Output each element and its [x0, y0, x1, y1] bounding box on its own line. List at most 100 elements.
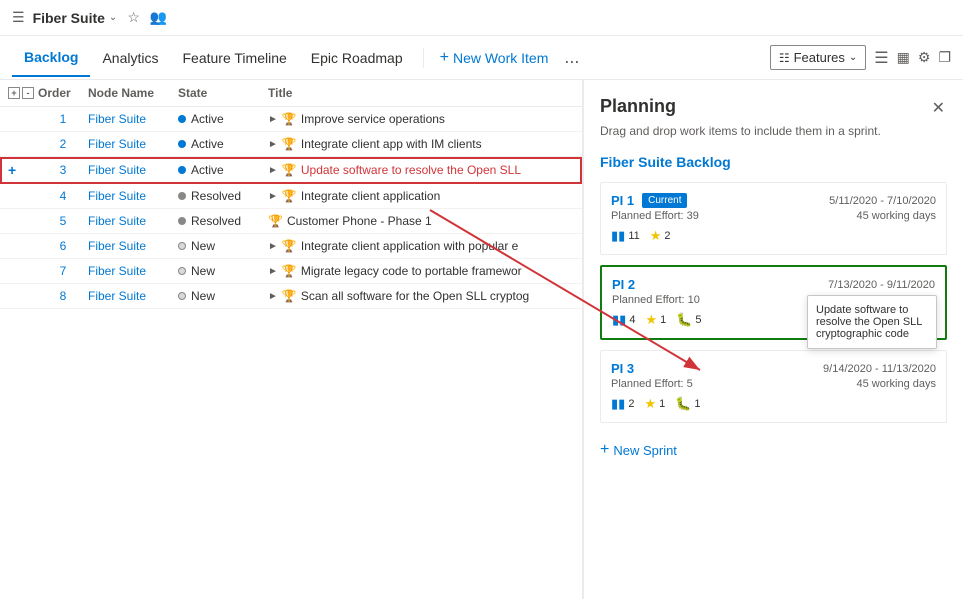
sprint-pi3-effort: Planned Effort: 5: [611, 378, 693, 390]
sprint-card-pi1[interactable]: PI 1 Current 5/11/2020 - 7/10/2020 Plann…: [600, 182, 947, 255]
sprint-pi2-name: PI 2: [612, 277, 635, 292]
panel-subtitle: Drag and drop work items to include them…: [600, 124, 947, 138]
order-header: Order: [38, 86, 88, 100]
nav-more-button[interactable]: ...: [556, 47, 587, 68]
table-row[interactable]: 5 Fiber Suite Resolved 🏆 Customer Phone …: [0, 209, 582, 234]
order-3: 3: [38, 163, 88, 177]
order-1: 1: [38, 112, 88, 126]
expand-icon[interactable]: ►: [268, 191, 278, 202]
node-5: Fiber Suite: [88, 214, 178, 228]
sprint-pi2-star-count: ★ 1: [645, 312, 666, 328]
star-icon: ★: [645, 312, 657, 328]
nav-item-feature-timeline[interactable]: Feature Timeline: [171, 40, 299, 76]
table-row[interactable]: 2 Fiber Suite Active ► 🏆 Integrate clien…: [0, 132, 582, 157]
chevron-down-icon[interactable]: ⌄: [109, 12, 117, 23]
expand-icon[interactable]: ►: [268, 241, 278, 252]
table-header: + - Order Node Name State Title: [0, 80, 582, 107]
header-add-col: + -: [8, 87, 38, 99]
node-8: Fiber Suite: [88, 289, 178, 303]
state-dot-new: [178, 242, 186, 250]
collapse-all-icon[interactable]: -: [22, 87, 34, 99]
list-icon: ☷: [779, 51, 790, 65]
people-icon[interactable]: 👥: [150, 9, 167, 26]
backlog-label: Fiber Suite Backlog: [600, 154, 947, 170]
filter-icon[interactable]: ▦: [897, 49, 910, 66]
table-row[interactable]: 8 Fiber Suite New ► 🏆 Scan all software …: [0, 284, 582, 309]
title-7: ► 🏆 Migrate legacy code to portable fram…: [268, 264, 574, 278]
node-name-header: Node Name: [88, 86, 178, 100]
bar-chart-icon: ▮▮: [611, 228, 625, 244]
node-3: Fiber Suite: [88, 163, 178, 177]
state-dot-new: [178, 292, 186, 300]
trophy-icon: 🏆: [282, 137, 297, 151]
nav-bar: Backlog Analytics Feature Timeline Epic …: [0, 36, 963, 80]
state-4: Resolved: [178, 189, 268, 203]
table-row-highlighted[interactable]: + 3 Fiber Suite Active ► 🏆 Update softwa…: [0, 157, 582, 184]
title-header: Title: [268, 86, 574, 100]
star-icon[interactable]: ☆: [127, 9, 140, 26]
plus-icon: +: [440, 49, 449, 67]
state-dot-active: [178, 115, 186, 123]
hamburger-icon[interactable]: ☰: [12, 9, 25, 26]
new-work-item-label: New Work Item: [453, 50, 548, 66]
order-8: 8: [38, 289, 88, 303]
close-button[interactable]: ✕: [930, 96, 947, 120]
state-2: Active: [178, 137, 268, 151]
expand-icon[interactable]: ❐: [938, 49, 951, 66]
planning-panel: Planning ✕ Drag and drop work items to i…: [583, 80, 963, 599]
features-label: Features: [794, 50, 845, 65]
plus-icon: +: [600, 441, 609, 459]
sprint-pi2-effort: Planned Effort: 10: [612, 294, 700, 306]
main-content: + - Order Node Name State Title 1 Fiber …: [0, 80, 963, 599]
bar-chart-icon: ▮▮: [612, 312, 626, 328]
expand-icon[interactable]: ►: [268, 165, 278, 176]
app-title: Fiber Suite: [33, 10, 105, 26]
node-1: Fiber Suite: [88, 112, 178, 126]
state-header: State: [178, 86, 268, 100]
table-row[interactable]: 4 Fiber Suite Resolved ► 🏆 Integrate cli…: [0, 184, 582, 209]
title-4: ► 🏆 Integrate client application: [268, 189, 574, 203]
table-row[interactable]: 7 Fiber Suite New ► 🏆 Migrate legacy cod…: [0, 259, 582, 284]
expand-icon[interactable]: ►: [268, 139, 278, 150]
sprint-pi3-working-days: 45 working days: [857, 378, 937, 390]
state-5: Resolved: [178, 214, 268, 228]
state-dot-new: [178, 267, 186, 275]
sprint-pi2-dates: 7/13/2020 - 9/11/2020: [828, 279, 935, 291]
trophy-icon: 🏆: [282, 239, 297, 253]
nav-item-epic-roadmap[interactable]: Epic Roadmap: [299, 40, 415, 76]
title-8: ► 🏆 Scan all software for the Open SLL c…: [268, 289, 574, 303]
state-6: New: [178, 239, 268, 253]
new-sprint-button[interactable]: + New Sprint: [600, 437, 947, 463]
expand-all-icon[interactable]: +: [8, 87, 20, 99]
expand-icon[interactable]: ►: [268, 291, 278, 302]
sprint-pi3-dates: 9/14/2020 - 11/13/2020: [823, 363, 936, 375]
drag-tooltip: Update software to resolve the Open SLL …: [807, 295, 937, 349]
filter-settings-icon[interactable]: ☰: [874, 48, 888, 68]
title-5: 🏆 Customer Phone - Phase 1: [268, 214, 574, 228]
sprint-pi1-working-days: 45 working days: [857, 210, 937, 222]
row-add-plus[interactable]: +: [8, 162, 38, 178]
sprint-pi3-bug-count: 🐛 1: [675, 396, 700, 412]
features-button[interactable]: ☷ Features ⌄: [770, 45, 866, 70]
gear-icon[interactable]: ⚙: [918, 49, 931, 66]
nav-item-backlog[interactable]: Backlog: [12, 39, 90, 77]
table-row[interactable]: 6 Fiber Suite New ► 🏆 Integrate client a…: [0, 234, 582, 259]
sprint-pi3-name: PI 3: [611, 361, 634, 376]
table-row[interactable]: 1 Fiber Suite Active ► 🏆 Improve service…: [0, 107, 582, 132]
nav-item-analytics[interactable]: Analytics: [90, 40, 170, 76]
trophy-icon: 🏆: [268, 214, 283, 228]
current-badge: Current: [642, 193, 687, 208]
state-3: Active: [178, 163, 268, 177]
order-5: 5: [38, 214, 88, 228]
title-6: ► 🏆 Integrate client application with po…: [268, 239, 574, 253]
nav-right: ☷ Features ⌄ ☰ ▦ ⚙ ❐: [770, 45, 951, 70]
trophy-icon: 🏆: [282, 112, 297, 126]
sprint-card-pi2[interactable]: PI 2 7/13/2020 - 9/11/2020 Planned Effor…: [600, 265, 947, 340]
expand-icon[interactable]: ►: [268, 266, 278, 277]
state-8: New: [178, 289, 268, 303]
new-sprint-label: New Sprint: [613, 443, 677, 458]
new-work-item-button[interactable]: + New Work Item: [432, 43, 557, 73]
sprint-card-pi3[interactable]: PI 3 9/14/2020 - 11/13/2020 Planned Effo…: [600, 350, 947, 423]
state-1: Active: [178, 112, 268, 126]
expand-icon[interactable]: ►: [268, 114, 278, 125]
